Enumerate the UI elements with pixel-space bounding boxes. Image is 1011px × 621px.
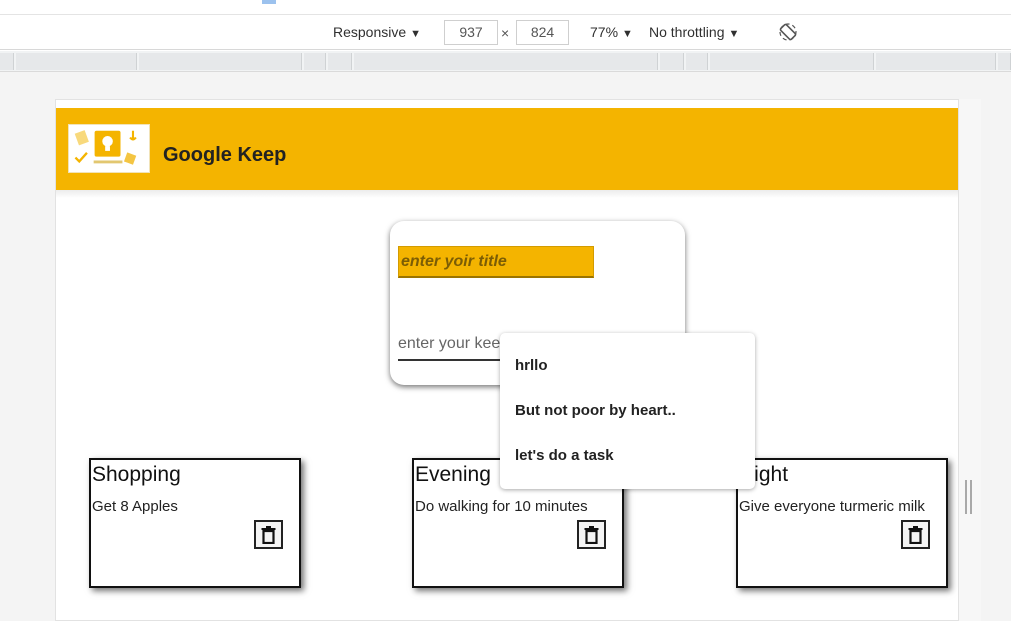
browser-top-strip — [0, 0, 1011, 15]
trash-icon — [261, 525, 276, 544]
note-body: Give everyone turmeric milk — [739, 498, 925, 515]
delete-button[interactable] — [254, 520, 283, 549]
throttling-label: No throttling — [649, 24, 725, 40]
suggestion-item[interactable]: But not poor by heart.. — [515, 402, 676, 419]
title-input[interactable] — [398, 246, 594, 278]
zoom-label: 77% — [590, 24, 619, 40]
note-title: Shopping — [92, 463, 181, 486]
note-card: Night Give everyone turmeric milk — [736, 458, 948, 588]
trash-icon — [584, 525, 599, 544]
note-body: Do walking for 10 minutes — [415, 498, 588, 515]
trash-icon — [908, 525, 923, 544]
ruler-segment[interactable] — [16, 53, 137, 70]
header-shadow — [56, 190, 958, 198]
autocomplete-dropdown: hrllo But not poor by heart.. let's do a… — [500, 333, 755, 489]
google-keep-logo — [68, 124, 150, 173]
ruler-segment[interactable] — [354, 53, 658, 70]
suggestion-item[interactable]: let's do a task — [515, 447, 614, 464]
ruler-segment[interactable] — [710, 53, 874, 70]
ruler-segment[interactable] — [0, 53, 14, 70]
throttling-select[interactable]: No throttling ▼ — [649, 24, 739, 40]
ruler-segment[interactable] — [660, 53, 684, 70]
device-toolbar: Responsive ▼ 937 × 824 77% ▼ No throttling… — [0, 16, 1011, 50]
resize-handle[interactable] — [965, 480, 973, 514]
caret-down-icon: ▼ — [410, 28, 422, 40]
device-select[interactable]: Responsive ▼ — [333, 24, 421, 40]
ruler-segment[interactable] — [686, 53, 708, 70]
media-query-ruler — [0, 51, 1011, 72]
note-title: Evening — [415, 463, 491, 486]
ruler-segment[interactable] — [139, 53, 302, 70]
height-input[interactable]: 824 — [516, 20, 569, 45]
ruler-segment[interactable] — [998, 53, 1011, 70]
rotate-icon[interactable] — [779, 23, 797, 41]
delete-button[interactable] — [901, 520, 930, 549]
ruler-segment[interactable] — [328, 53, 352, 70]
note-card: Shopping Get 8 Apples — [89, 458, 301, 588]
viewport-scrollbar[interactable] — [959, 99, 981, 621]
delete-button[interactable] — [577, 520, 606, 549]
width-input[interactable]: 937 — [444, 20, 498, 45]
note-body: Get 8 Apples — [92, 498, 178, 515]
app-title: Google Keep — [163, 144, 287, 166]
zoom-select[interactable]: 77% ▼ — [590, 24, 633, 40]
suggestion-item[interactable]: hrllo — [515, 357, 548, 374]
app-header: Google Keep — [56, 108, 958, 190]
caret-down-icon: ▼ — [622, 28, 633, 40]
tab-icon-fragment — [262, 0, 276, 4]
caret-down-icon: ▼ — [728, 28, 740, 40]
dimension-separator: × — [501, 25, 510, 41]
ruler-segment[interactable] — [304, 53, 326, 70]
device-select-label: Responsive — [333, 24, 407, 40]
ruler-segment[interactable] — [876, 53, 996, 70]
